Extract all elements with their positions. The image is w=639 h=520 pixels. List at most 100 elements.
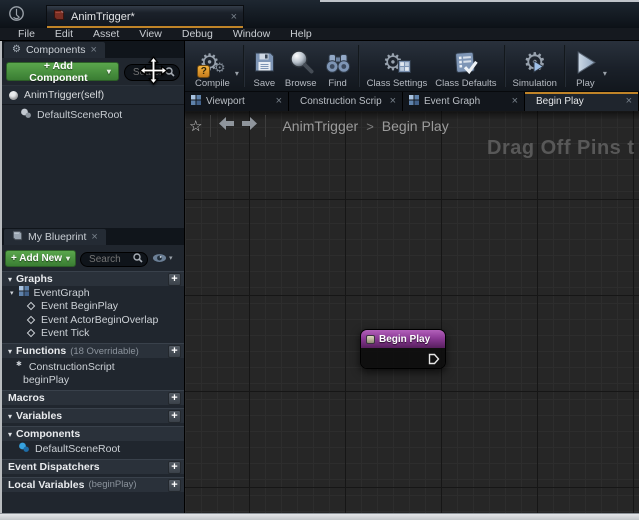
play-options-caret[interactable]: ▾ bbox=[603, 55, 607, 78]
event-diamond-icon bbox=[27, 329, 35, 337]
close-icon[interactable]: × bbox=[91, 45, 97, 56]
blueprint-editor-window: AnimTrigger* × File Edit Asset View Debu… bbox=[0, 0, 639, 520]
chevron-down-icon: ▾ bbox=[169, 254, 173, 262]
browse-button[interactable]: Browse bbox=[281, 43, 321, 89]
move-cursor bbox=[138, 55, 169, 91]
section-variables[interactable]: ▾ Variables + bbox=[2, 408, 184, 423]
tree-item-event-tick[interactable]: Event Tick bbox=[2, 327, 184, 341]
close-icon[interactable]: × bbox=[91, 232, 97, 243]
nav-forward-icon[interactable] bbox=[242, 117, 257, 135]
expander-icon[interactable]: ▾ bbox=[8, 430, 12, 439]
event-graph-icon bbox=[19, 286, 29, 299]
close-icon[interactable]: × bbox=[276, 96, 282, 107]
class-settings-button[interactable]: ⚙ Class Settings bbox=[363, 43, 432, 89]
add-variable-button[interactable]: + bbox=[168, 410, 181, 423]
components-tab-title: Components bbox=[26, 44, 86, 56]
window-frame-bottom bbox=[0, 513, 639, 520]
compile-options-caret[interactable]: ▾ bbox=[235, 55, 239, 78]
simulation-button[interactable]: ⚙ Simulation bbox=[509, 43, 561, 89]
breadcrumb-root[interactable]: AnimTrigger bbox=[282, 118, 358, 134]
tab-construction-script[interactable]: Construction Scrip × bbox=[289, 92, 403, 111]
close-icon[interactable]: × bbox=[512, 96, 518, 107]
breadcrumb-current[interactable]: Begin Play bbox=[382, 118, 449, 134]
tree-item-event-actorbeginoverlap[interactable]: Event ActorBeginOverlap bbox=[2, 313, 184, 327]
favorite-star-icon[interactable]: ☆ bbox=[189, 117, 202, 135]
add-macro-button[interactable]: + bbox=[168, 392, 181, 405]
tab-viewport[interactable]: Viewport × bbox=[185, 92, 289, 111]
chevron-down-icon: ▾ bbox=[107, 67, 111, 76]
asset-tab-animtrigger[interactable]: AnimTrigger* × bbox=[46, 5, 244, 28]
play-button[interactable]: Play bbox=[569, 43, 602, 89]
section-graphs[interactable]: ▾ Graphs + bbox=[2, 271, 184, 286]
add-graph-button[interactable]: + bbox=[168, 273, 181, 286]
my-blueprint-tab-bar: My Blueprint × bbox=[2, 228, 184, 245]
menu-item-edit[interactable]: Edit bbox=[45, 28, 83, 40]
event-diamond-icon bbox=[27, 302, 35, 310]
begin-play-node[interactable]: Begin Play bbox=[360, 329, 446, 369]
section-local-variables[interactable]: Local Variables (beginPlay) + bbox=[2, 477, 184, 492]
menu-item-file[interactable]: File bbox=[8, 28, 45, 40]
section-event-dispatchers[interactable]: Event Dispatchers + bbox=[2, 459, 184, 474]
close-icon[interactable]: × bbox=[231, 12, 237, 23]
tab-components[interactable]: ⚙ Components × bbox=[4, 42, 105, 58]
add-local-variable-button[interactable]: + bbox=[168, 479, 181, 492]
menu-item-debug[interactable]: Debug bbox=[172, 28, 223, 40]
add-dispatcher-button[interactable]: + bbox=[168, 461, 181, 474]
component-row-scene-root[interactable]: DefaultSceneRoot bbox=[2, 105, 184, 124]
tab-event-graph[interactable]: Event Graph × bbox=[403, 92, 525, 111]
node-header: Begin Play bbox=[361, 330, 445, 348]
save-button[interactable]: Save bbox=[248, 43, 281, 89]
my-blueprint-panel: My Blueprint × + Add New ▾ ▾ ▾ Graphs + bbox=[2, 228, 185, 513]
my-blueprint-search bbox=[80, 249, 148, 267]
my-blueprint-tree: ▾ Graphs + ▾ EventGraph Event BeginPlay … bbox=[2, 271, 184, 492]
menu-item-help[interactable]: Help bbox=[280, 28, 322, 40]
asset-book-icon bbox=[53, 8, 65, 26]
exec-out-pin[interactable] bbox=[428, 352, 440, 369]
find-button[interactable]: Find bbox=[321, 43, 355, 89]
graph-canvas[interactable]: ☆ AnimTrigger > Begin Play Drag Off Pins… bbox=[185, 111, 639, 513]
window-edge-highlight bbox=[320, 0, 639, 2]
tab-my-blueprint[interactable]: My Blueprint × bbox=[4, 229, 106, 245]
visibility-eye-icon[interactable]: ▾ bbox=[152, 253, 173, 263]
section-macros[interactable]: Macros + bbox=[2, 390, 184, 405]
actor-self-icon bbox=[9, 91, 18, 100]
function-entry-icon bbox=[366, 335, 375, 344]
menu-item-view[interactable]: View bbox=[129, 28, 172, 40]
expander-icon[interactable]: ▾ bbox=[8, 347, 12, 356]
tree-item-defaultsceneroot[interactable]: DefaultSceneRoot bbox=[2, 442, 184, 456]
section-functions[interactable]: ▾ Functions (18 Overridable) + bbox=[2, 343, 184, 358]
add-function-button[interactable]: + bbox=[168, 345, 181, 358]
menu-bar: File Edit Asset View Debug Window Help bbox=[0, 28, 639, 41]
nav-back-icon[interactable] bbox=[219, 117, 234, 135]
chevron-down-icon: ▾ bbox=[66, 254, 70, 263]
section-components[interactable]: ▾ Components bbox=[2, 426, 184, 441]
viewport-grid-icon bbox=[191, 95, 201, 108]
expander-icon[interactable]: ▾ bbox=[8, 412, 12, 421]
toolbar-separator bbox=[243, 45, 245, 87]
floppy-disk-icon bbox=[252, 47, 277, 77]
checklist-icon bbox=[453, 47, 478, 77]
compile-button[interactable]: ⚙⚙ ? Compile bbox=[191, 43, 234, 89]
graph-breadcrumb-bar: ☆ AnimTrigger > Begin Play bbox=[189, 115, 449, 137]
node-body bbox=[361, 348, 445, 368]
tree-item-eventgraph[interactable]: ▾ EventGraph bbox=[2, 286, 184, 300]
graph-hint-watermark: Drag Off Pins t bbox=[487, 137, 635, 160]
my-blueprint-toolbar: + Add New ▾ ▾ bbox=[2, 245, 184, 270]
override-star-icon: ✱ bbox=[16, 360, 22, 368]
expander-icon[interactable]: ▾ bbox=[10, 289, 14, 297]
class-defaults-button[interactable]: Class Defaults bbox=[431, 43, 500, 89]
tree-item-beginplay-function[interactable]: beginPlay bbox=[2, 374, 184, 388]
components-icon: ⚙ bbox=[12, 45, 21, 55]
play-triangle-icon bbox=[573, 47, 598, 77]
menu-item-window[interactable]: Window bbox=[223, 28, 280, 40]
tree-item-event-beginplay[interactable]: Event BeginPlay bbox=[2, 300, 184, 314]
tree-item-constructionscript[interactable]: ✱ ConstructionScript bbox=[2, 360, 184, 374]
gear-play-icon: ⚙ bbox=[523, 47, 546, 77]
add-component-button[interactable]: + Add Component ▾ bbox=[6, 62, 119, 81]
tab-begin-play[interactable]: Begin Play × bbox=[525, 92, 639, 111]
add-new-button[interactable]: + Add New ▾ bbox=[5, 250, 76, 267]
menu-item-asset[interactable]: Asset bbox=[83, 28, 129, 40]
expander-icon[interactable]: ▾ bbox=[8, 275, 12, 284]
close-icon[interactable]: × bbox=[390, 96, 396, 107]
close-icon[interactable]: × bbox=[626, 96, 632, 107]
